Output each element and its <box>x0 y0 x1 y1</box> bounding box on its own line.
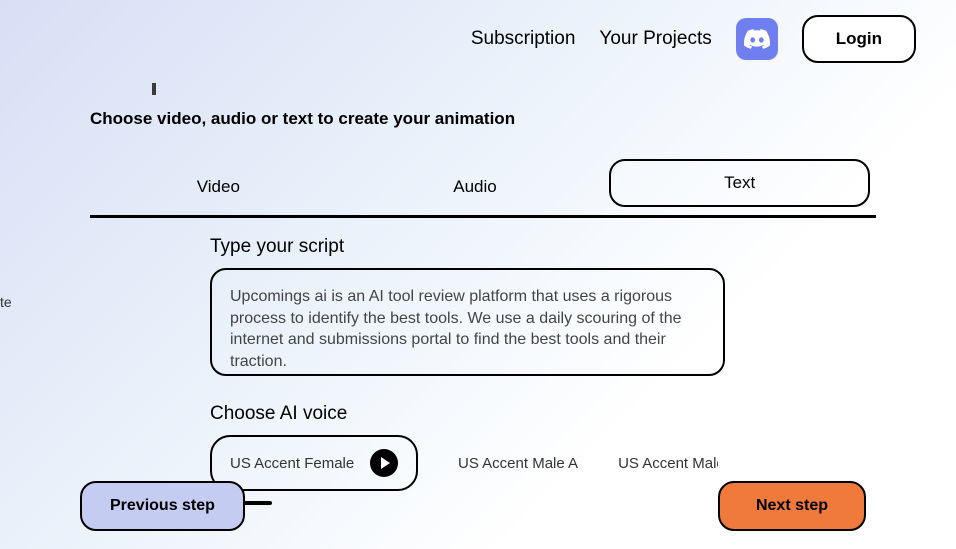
play-icon[interactable] <box>370 449 398 477</box>
tab-video[interactable]: Video <box>90 163 347 211</box>
next-step-button[interactable]: Next step <box>718 481 866 531</box>
step-navigation: Previous step Next step <box>80 481 866 531</box>
input-type-tabs: Video Audio Text <box>90 159 876 218</box>
text-input-section: Type your script Choose AI voice US Acce… <box>90 236 876 505</box>
step-indicator <box>152 83 156 95</box>
discord-button[interactable] <box>736 18 778 60</box>
edge-fragment: te <box>0 294 12 310</box>
nav-subscription[interactable]: Subscription <box>471 28 576 50</box>
voice-option-label: US Accent Female F <box>230 455 358 472</box>
instruction-text: Choose video, audio or text to create yo… <box>90 109 876 129</box>
login-button[interactable]: Login <box>802 15 916 63</box>
tab-text[interactable]: Text <box>609 159 870 207</box>
main-content: Choose video, audio or text to create yo… <box>0 73 956 505</box>
voice-option-3[interactable]: US Accent Male <box>618 455 718 472</box>
tab-audio[interactable]: Audio <box>347 163 604 211</box>
script-input[interactable] <box>210 268 725 376</box>
voice-option-2[interactable]: US Accent Male A <box>458 455 578 472</box>
header: Subscription Your Projects Login <box>0 0 956 73</box>
nav-projects[interactable]: Your Projects <box>599 28 711 50</box>
previous-step-button[interactable]: Previous step <box>80 481 245 531</box>
discord-icon <box>744 26 770 52</box>
voice-label: Choose AI voice <box>210 403 776 425</box>
script-label: Type your script <box>210 236 776 258</box>
